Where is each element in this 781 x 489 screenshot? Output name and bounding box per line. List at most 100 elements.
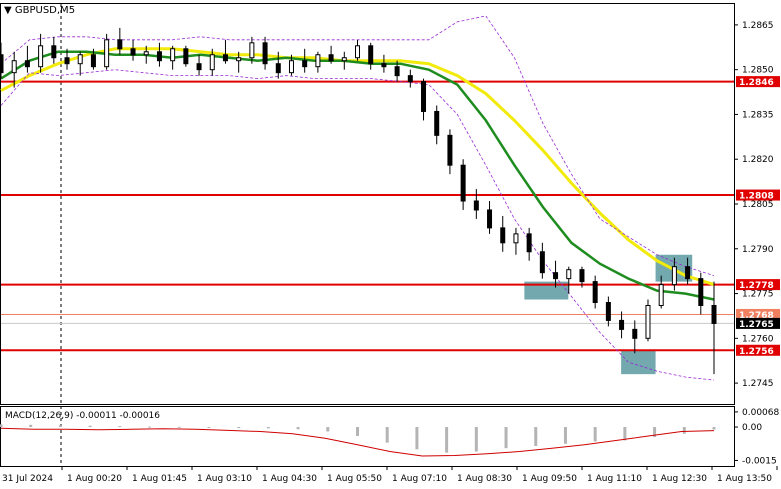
candle-body-4	[51, 45, 57, 59]
macd-bar-11	[326, 427, 330, 432]
candle-body-43	[566, 269, 572, 280]
macd-bar-24	[712, 427, 716, 430]
x-tick-label-5: 1 Aug 05:50	[327, 474, 382, 484]
x-tick-label-7: 1 Aug 08:30	[457, 474, 512, 484]
x-tick-label-9: 1 Aug 11:10	[587, 474, 642, 484]
x-tick-label-0: 31 Jul 2024	[2, 474, 53, 484]
macd-bar-0	[0, 424, 3, 428]
macd-bar-13	[385, 427, 389, 443]
macd-bar-17	[504, 427, 508, 449]
candle-body-6	[77, 54, 83, 65]
candle-body-39	[513, 233, 519, 244]
y-tick-label-3: 1.2820	[742, 155, 774, 165]
candle-body-32	[421, 81, 427, 112]
chart-root: 1.28651.28501.28351.28201.28051.27901.27…	[0, 0, 781, 489]
macd-tick-label-1: 0.00	[742, 423, 762, 433]
macd-bar-9	[266, 427, 270, 429]
candle-body-53	[698, 278, 704, 306]
candle-body-36	[473, 200, 479, 211]
macd-bar-21	[623, 427, 627, 441]
candle-body-12	[156, 51, 162, 62]
x-tick-label-10: 1 Aug 12:30	[652, 474, 707, 484]
level-0-tag-label: 1.2846	[739, 78, 774, 88]
candle-body-16	[209, 54, 215, 71]
x-tick-label-8: 1 Aug 09:50	[522, 474, 577, 484]
candle-body-50	[658, 284, 664, 306]
candle-body-25	[328, 54, 334, 62]
y-tick-label-5: 1.2790	[742, 245, 774, 255]
candle-body-26	[341, 57, 347, 62]
candle-body-15	[196, 63, 202, 71]
candle-body-44	[579, 269, 585, 283]
macd-bar-6	[177, 426, 181, 428]
current-price-tag-label: 1.2765	[739, 320, 774, 330]
title-arrow-icon: ▼	[4, 5, 15, 16]
macd-bar-4	[118, 426, 122, 428]
candle-body-48	[632, 328, 638, 339]
macd-bar-2	[58, 425, 62, 428]
y-tick-label-8: 1.2745	[742, 379, 774, 389]
macd-bar-20	[593, 427, 597, 442]
candle-body-34	[447, 134, 453, 166]
candle-body-42	[553, 272, 559, 280]
candle-body-30	[394, 66, 400, 77]
y-tick-label-1: 1.2850	[742, 66, 774, 76]
candle-body-7	[90, 54, 96, 68]
macd-tick-label-2: -0.0015	[742, 456, 777, 466]
candle-body-11	[143, 51, 149, 56]
candle-body-46	[605, 302, 611, 321]
macd-bar-10	[296, 427, 300, 430]
candle-body-52	[685, 266, 691, 280]
candle-body-2	[24, 60, 30, 68]
candle-body-40	[526, 233, 532, 253]
candle-body-45	[592, 281, 598, 304]
candle-body-23	[302, 60, 308, 68]
candle-body-9	[117, 39, 123, 50]
x-tick-label-2: 1 Aug 01:45	[132, 474, 187, 484]
candle-body-17	[222, 54, 228, 62]
macd-bar-12	[356, 427, 359, 436]
level-2-tag-label: 1.2778	[739, 281, 774, 291]
candle-body-5	[64, 57, 70, 65]
candle-body-19	[249, 42, 255, 59]
macd-title: MACD(12,26,9) -0.00011 -0.00016	[5, 411, 160, 421]
level-1-tag-label: 1.2808	[739, 192, 774, 202]
level-3-tag-label: 1.2756	[739, 347, 774, 357]
x-tick-label-1: 1 Aug 00:20	[67, 474, 122, 484]
chart-title-text: GBPUSD,M5	[15, 5, 75, 16]
macd-bar-19	[563, 427, 567, 444]
macd-bar-1	[29, 424, 33, 428]
candle-body-28	[368, 45, 374, 65]
x-tick-label-6: 1 Aug 07:10	[392, 474, 447, 484]
candle-body-21	[275, 63, 281, 74]
candle-body-20	[262, 42, 268, 65]
candle-body-49	[645, 304, 651, 339]
candle-body-35	[460, 164, 466, 202]
candle-body-51	[671, 266, 677, 286]
macd-bar-15	[445, 427, 449, 453]
candle-body-33	[434, 110, 440, 136]
x-tick-label-11: 1 Aug 13:50	[717, 474, 772, 484]
candle-body-47	[619, 319, 625, 330]
macd-bar-23	[682, 427, 686, 434]
candle-body-0	[0, 54, 4, 74]
y-tick-label-2: 1.2835	[742, 110, 774, 120]
candle-body-29	[381, 63, 387, 68]
macd-tick-label-0: 0.00068	[742, 408, 779, 418]
candle-body-8	[104, 39, 110, 68]
candle-body-37	[487, 209, 493, 229]
candle-body-24	[315, 54, 321, 68]
candle-body-41	[539, 251, 545, 274]
candle-body-3	[38, 45, 44, 68]
macd-bar-8	[237, 427, 241, 429]
chart-title: ▼ GBPUSD,M5	[4, 5, 75, 16]
x-tick-label-3: 1 Aug 03:10	[197, 474, 252, 484]
macd-bar-5	[148, 426, 152, 428]
candle-body-22	[288, 60, 294, 74]
y-tick-label-7: 1.2760	[742, 334, 774, 344]
candle-body-31	[407, 75, 413, 83]
zone-box-1	[621, 350, 656, 375]
x-tick-label-4: 1 Aug 04:30	[262, 474, 317, 484]
candle-body-18	[236, 57, 242, 62]
candle-body-1	[11, 60, 17, 74]
